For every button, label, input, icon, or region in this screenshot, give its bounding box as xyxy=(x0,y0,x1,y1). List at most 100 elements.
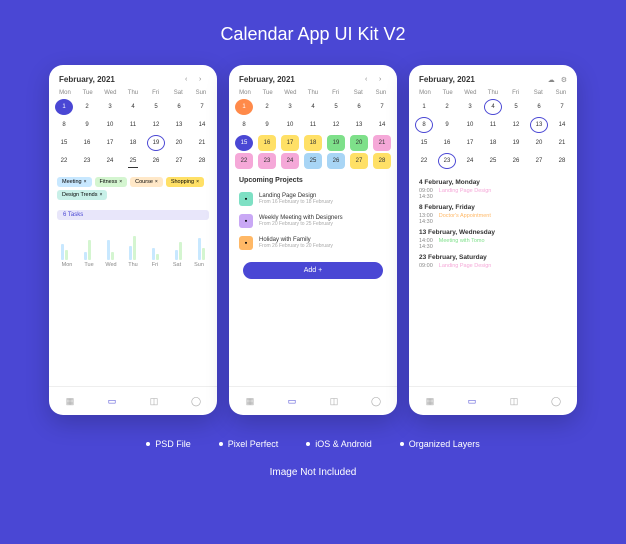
month-label: February, 2021 xyxy=(419,75,475,84)
prev-month-icon[interactable]: ‹ xyxy=(185,76,193,84)
footnote: Image Not Included xyxy=(270,467,357,478)
nav-document-icon[interactable]: ◫ xyxy=(148,395,160,407)
phone-mockups: February, 2021 ‹ › MonTueWedThuFriSatSun… xyxy=(49,65,577,415)
event-time: 13:0014:30 xyxy=(419,213,433,225)
bottom-nav: ▦ ▭ ◫ ◯ xyxy=(49,386,217,415)
month-label: February, 2021 xyxy=(59,75,115,84)
next-month-icon[interactable]: › xyxy=(199,76,207,84)
remove-tag-icon[interactable]: × xyxy=(119,179,122,185)
task-count-badge: 6 Tasks xyxy=(57,210,209,220)
project-item[interactable]: ▪Holiday with FamilyFrom 26 February to … xyxy=(229,232,397,254)
event-item[interactable]: 13:0014:30 Doctor's Appointment xyxy=(419,213,567,225)
day-of-week-row: MonTueWedThuFriSatSun xyxy=(409,90,577,96)
tag-list: Meeting ×Fitness ×Course ×Shopping × Desi… xyxy=(49,171,217,206)
nav-grid-icon[interactable]: ▦ xyxy=(244,395,256,407)
feature-label: PSD File xyxy=(155,439,191,449)
event-time: 14:0014:30 xyxy=(419,238,433,250)
add-button[interactable]: Add + xyxy=(243,262,383,279)
nav-profile-icon[interactable]: ◯ xyxy=(190,395,202,407)
feature-item: Organized Layers xyxy=(400,439,480,449)
feature-label: iOS & Android xyxy=(315,439,372,449)
event-name: Meeting with Tomo xyxy=(439,238,485,250)
phone-screen-1: February, 2021 ‹ › MonTueWedThuFriSatSun… xyxy=(49,65,217,415)
remove-tag-icon[interactable]: × xyxy=(99,192,102,198)
project-item[interactable]: ▪Weekly Meeting with DesignersFrom 20 Fe… xyxy=(229,210,397,232)
calendar-header: February, 2021 ‹ › xyxy=(49,65,217,90)
event-name: Doctor's Appointment xyxy=(439,213,491,225)
nav-calendar-icon[interactable]: ▭ xyxy=(106,395,118,407)
chart-bar xyxy=(198,238,201,260)
event-day-header: 23 February, Saturday xyxy=(419,254,567,261)
event-day-header: 13 February, Wednesday xyxy=(419,229,567,236)
settings-icon[interactable]: ⚙ xyxy=(561,76,567,84)
event-day-header: 4 February, Monday xyxy=(419,179,567,186)
page-title: Calendar App UI Kit V2 xyxy=(220,24,405,45)
phone-screen-3: February, 2021 ☁ ⚙ MonTueWedThuFriSatSun… xyxy=(409,65,577,415)
event-time: 09:00 xyxy=(419,263,433,269)
prev-month-icon[interactable]: ‹ xyxy=(365,76,373,84)
feature-list: PSD FilePixel PerfectiOS & AndroidOrgani… xyxy=(146,439,480,449)
project-item[interactable]: ▪Landing Page DesignFrom 16 February to … xyxy=(229,188,397,210)
nav-calendar-icon[interactable]: ▭ xyxy=(466,395,478,407)
event-item[interactable]: 09:0014:30 Landing Page Design xyxy=(419,188,567,200)
tag-design-trends[interactable]: Design Trends × xyxy=(57,190,107,200)
nav-grid-icon[interactable]: ▦ xyxy=(424,395,436,407)
event-item[interactable]: 09:00 Landing Page Design xyxy=(419,263,567,269)
tag-course[interactable]: Course × xyxy=(130,177,163,187)
activity-chart xyxy=(49,222,217,262)
chart-bar xyxy=(61,244,64,260)
nav-grid-icon[interactable]: ▦ xyxy=(64,395,76,407)
project-dates: From 16 February to 18 February xyxy=(259,199,387,205)
feature-item: PSD File xyxy=(146,439,191,449)
calendar-header: February, 2021 ‹ › xyxy=(229,65,397,90)
upcoming-projects-title: Upcoming Projects xyxy=(229,171,397,188)
project-icon: ▪ xyxy=(239,192,253,206)
nav-document-icon[interactable]: ◫ xyxy=(328,395,340,407)
event-name: Landing Page Design xyxy=(439,263,492,269)
project-icon: ▪ xyxy=(239,236,253,250)
nav-profile-icon[interactable]: ◯ xyxy=(370,395,382,407)
tag-fitness[interactable]: Fitness × xyxy=(95,177,128,187)
calendar-grid[interactable]: 1234567 891011121314 15161718192021 2223… xyxy=(49,99,217,171)
event-list: 4 February, Monday 09:0014:30 Landing Page… xyxy=(409,171,577,273)
chart-bar xyxy=(156,254,159,260)
project-dates: From 20 February to 25 February xyxy=(259,221,387,227)
chart-bar xyxy=(111,252,114,260)
event-time: 09:0014:30 xyxy=(419,188,433,200)
event-name: Landing Page Design xyxy=(439,188,492,200)
day-of-week-row: MonTueWedThuFriSatSun xyxy=(229,90,397,96)
project-icon: ▪ xyxy=(239,214,253,228)
remove-tag-icon[interactable]: × xyxy=(84,179,87,185)
feature-label: Organized Layers xyxy=(409,439,480,449)
nav-profile-icon[interactable]: ◯ xyxy=(550,395,562,407)
bottom-nav: ▦ ▭ ◫ ◯ xyxy=(229,386,397,415)
calendar-grid[interactable]: 1234567 891011121314 15161718192021 2223… xyxy=(229,99,397,171)
bottom-nav: ▦ ▭ ◫ ◯ xyxy=(409,386,577,415)
event-day-header: 8 February, Friday xyxy=(419,204,567,211)
chart-bar xyxy=(179,242,182,260)
next-month-icon[interactable]: › xyxy=(379,76,387,84)
bullet-icon xyxy=(400,442,404,446)
calendar-grid[interactable]: 1234567 891011121314 15161718192021 2223… xyxy=(409,99,577,171)
chart-bar xyxy=(202,248,205,260)
day-of-week-row: MonTueWedThuFriSatSun xyxy=(49,90,217,96)
event-item[interactable]: 14:0014:30 Meeting with Tomo xyxy=(419,238,567,250)
nav-document-icon[interactable]: ◫ xyxy=(508,395,520,407)
chart-bar xyxy=(65,250,68,260)
nav-calendar-icon[interactable]: ▭ xyxy=(286,395,298,407)
chart-bar xyxy=(133,236,136,260)
chart-bar xyxy=(107,240,110,260)
month-label: February, 2021 xyxy=(239,75,295,84)
chart-bar xyxy=(152,248,155,260)
chart-day-labels: MonTueWedThuFriSatSun xyxy=(49,262,217,268)
bullet-icon xyxy=(219,442,223,446)
remove-tag-icon[interactable]: × xyxy=(196,179,199,185)
tag-shopping[interactable]: Shopping × xyxy=(166,177,204,187)
chart-bar xyxy=(84,252,87,260)
chart-bar xyxy=(175,250,178,260)
tag-meeting[interactable]: Meeting × xyxy=(57,177,92,187)
calendar-header: February, 2021 ☁ ⚙ xyxy=(409,65,577,90)
bullet-icon xyxy=(146,442,150,446)
cloud-icon[interactable]: ☁ xyxy=(548,76,555,84)
remove-tag-icon[interactable]: × xyxy=(155,179,158,185)
